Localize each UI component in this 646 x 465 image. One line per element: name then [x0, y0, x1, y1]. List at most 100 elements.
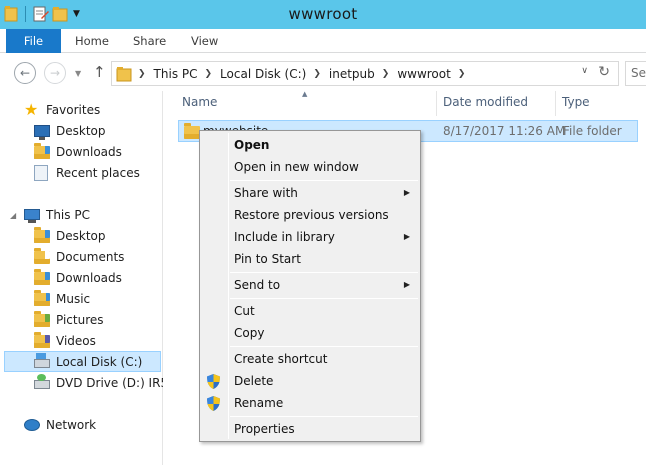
menu-item-open[interactable]: Open [202, 134, 418, 156]
nav-this-pc-downloads[interactable]: Downloads [0, 267, 163, 288]
file-type: File folder [563, 124, 622, 138]
nav-label: Downloads [56, 270, 122, 285]
tab-file[interactable]: File [6, 29, 61, 53]
nav-favorites[interactable]: ★ Favorites [0, 99, 163, 120]
tab-view[interactable]: View [191, 29, 218, 53]
pictures-folder-icon [34, 310, 50, 328]
desktop-folder-icon [34, 226, 50, 244]
nav-label: Downloads [56, 144, 122, 159]
menu-item-label: Share with [234, 186, 298, 200]
menu-item-properties[interactable]: Properties [202, 418, 418, 440]
nav-this-pc-desktop[interactable]: Desktop [0, 225, 163, 246]
forward-button[interactable]: → [44, 62, 66, 84]
nav-favorites-downloads[interactable]: Downloads [0, 141, 163, 162]
menu-separator [230, 298, 418, 299]
refresh-icon[interactable]: ↻ [598, 64, 610, 80]
menu-item-label: Include in library [234, 230, 335, 244]
menu-item-label: Restore previous versions [234, 208, 389, 222]
back-arrow-icon: ← [19, 66, 31, 80]
up-button[interactable]: ↑ [93, 63, 106, 81]
menu-item-label: Delete [234, 374, 274, 388]
breadcrumb-separator-icon[interactable]: ❯ [458, 69, 466, 79]
column-header-date-modified[interactable]: Date modified [437, 91, 555, 116]
menu-item-label: Create shortcut [234, 352, 328, 366]
breadcrumb-separator-icon[interactable]: ❯ [382, 69, 390, 79]
nav-label: Documents [56, 249, 125, 264]
menu-item-restore-previous-versions[interactable]: Restore previous versions [202, 204, 418, 226]
column-header-name[interactable]: Name [176, 91, 436, 116]
menu-item-label: Properties [234, 422, 295, 436]
nav-music[interactable]: Music [0, 288, 163, 309]
computer-icon [24, 207, 40, 223]
nav-label: Desktop [56, 228, 106, 243]
desktop-icon [34, 123, 50, 140]
breadcrumb-separator-icon[interactable]: ❯ [138, 69, 146, 79]
nav-documents[interactable]: Documents [0, 246, 163, 267]
menu-item-open-new-window[interactable]: Open in new window [202, 156, 418, 178]
breadcrumb-separator-icon[interactable]: ❯ [205, 69, 213, 79]
menu-item-copy[interactable]: Copy [202, 322, 418, 344]
nav-recent-places[interactable]: Recent places [0, 162, 163, 183]
search-input[interactable]: Se [625, 61, 646, 86]
menu-separator [230, 272, 418, 273]
uac-shield-icon [207, 396, 220, 411]
address-dropdown-icon[interactable]: ∨ [581, 66, 588, 76]
nav-label: Recent places [56, 165, 140, 180]
tab-share[interactable]: Share [133, 29, 166, 53]
music-folder-icon [34, 289, 50, 307]
address-bar[interactable]: ❯ This PC ❯ Local Disk (C:) ❯ inetpub ❯ … [111, 61, 619, 86]
menu-separator [230, 346, 418, 347]
menu-item-cut[interactable]: Cut [202, 300, 418, 322]
nav-label: Music [56, 291, 91, 306]
breadcrumb-local-disk[interactable]: Local Disk (C:) [220, 67, 306, 81]
column-header-type[interactable]: Type [556, 91, 646, 116]
nav-local-disk[interactable]: Local Disk (C:) [4, 351, 161, 372]
menu-item-pin-to-start[interactable]: Pin to Start [202, 248, 418, 270]
ribbon-tabs: File Home Share View [0, 29, 646, 53]
up-arrow-icon: ↑ [93, 63, 106, 81]
menu-item-create-shortcut[interactable]: Create shortcut [202, 348, 418, 370]
nav-label: Network [46, 417, 97, 432]
menu-item-delete[interactable]: Delete [202, 370, 418, 392]
nav-pictures[interactable]: Pictures [0, 309, 163, 330]
nav-videos[interactable]: Videos [0, 330, 163, 351]
menu-item-label: Rename [234, 396, 284, 410]
tab-home[interactable]: Home [75, 29, 109, 53]
nav-network[interactable]: Network [0, 414, 163, 435]
nav-favorites-desktop[interactable]: Desktop [0, 120, 163, 141]
network-icon [24, 417, 40, 433]
context-menu: Open Open in new window Share with ▶ Res… [199, 130, 421, 442]
nav-label: DVD Drive (D:) IR5_S [56, 375, 163, 390]
menu-item-label: Open in new window [234, 160, 359, 174]
menu-separator [230, 180, 418, 181]
star-icon: ★ [24, 99, 39, 119]
menu-item-include-in-library[interactable]: Include in library ▶ [202, 226, 418, 248]
recent-places-icon [34, 164, 50, 181]
address-row: ← → ▼ ↑ ❯ This PC ❯ Local Disk (C:) ❯ in… [0, 54, 646, 90]
nav-dvd-drive[interactable]: DVD Drive (D:) IR5_S [0, 372, 163, 393]
folder-icon [184, 123, 200, 139]
menu-item-label: Pin to Start [234, 252, 301, 266]
nav-this-pc[interactable]: This PC [0, 204, 163, 225]
documents-folder-icon [34, 247, 50, 265]
breadcrumb-inetpub[interactable]: inetpub [329, 67, 375, 81]
breadcrumb-wwwroot[interactable]: wwwroot [397, 67, 451, 81]
window-title: wwwroot [288, 5, 358, 23]
downloads-folder-icon [34, 268, 50, 286]
title-bar: ▼ wwwroot [0, 0, 646, 29]
recent-locations-dropdown-icon[interactable]: ▼ [75, 69, 81, 78]
submenu-arrow-icon: ▶ [403, 188, 410, 197]
menu-item-label: Copy [234, 326, 265, 340]
nav-label: Local Disk (C:) [56, 354, 143, 369]
menu-item-send-to[interactable]: Send to ▶ [202, 274, 418, 296]
breadcrumb-separator-icon[interactable]: ❯ [313, 69, 321, 79]
menu-item-rename[interactable]: Rename [202, 392, 418, 414]
folder-icon [116, 66, 132, 82]
menu-item-share-with[interactable]: Share with ▶ [202, 182, 418, 204]
back-button[interactable]: ← [14, 62, 36, 84]
menu-item-label: Send to [234, 278, 281, 292]
navigation-pane[interactable]: ★ Favorites Desktop Downloads Recent pla… [0, 91, 163, 465]
local-disk-icon [34, 352, 50, 370]
breadcrumb-this-pc[interactable]: This PC [154, 67, 198, 81]
nav-label: Pictures [56, 312, 104, 327]
